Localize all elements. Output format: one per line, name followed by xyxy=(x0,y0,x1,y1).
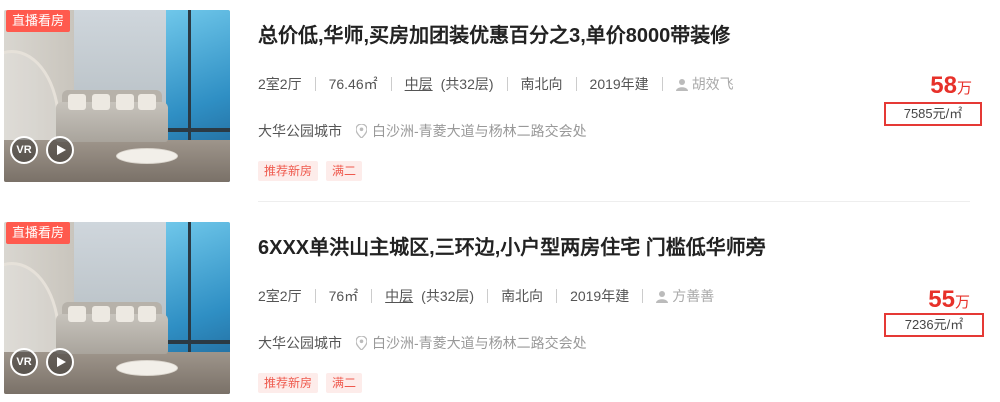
divider xyxy=(575,77,577,91)
tag: 满二 xyxy=(326,161,363,181)
floor-total-text: (共32层) xyxy=(421,288,475,304)
house-info: 2室2厅 76㎡ 中层 (共32层) 南北向 2019年建 方善善 xyxy=(258,286,714,306)
total-price-unit: 万 xyxy=(954,294,970,311)
address-text: 白沙洲-青菱大道与杨林二路交会处 xyxy=(372,335,587,351)
build-year-text: 2019年建 xyxy=(570,288,630,304)
total-price: 58万 xyxy=(930,72,972,100)
play-icon[interactable] xyxy=(46,136,74,164)
listing-title[interactable]: 6XXX单洪山主城区,三环边,小户型两房住宅 门槛低华师旁 xyxy=(258,231,766,260)
divider xyxy=(314,77,316,91)
divider xyxy=(390,77,392,91)
photo-cushion xyxy=(116,306,134,322)
tag: 推荐新房 xyxy=(258,161,319,181)
community-link[interactable]: 大华公园城市 xyxy=(258,121,342,141)
photo-floor xyxy=(4,140,230,182)
photo-table xyxy=(116,360,178,376)
orientation-text: 南北向 xyxy=(520,76,563,92)
person-icon xyxy=(675,78,688,91)
area-text: 76.46㎡ xyxy=(328,76,378,92)
vr-label: VR xyxy=(16,144,32,156)
divider xyxy=(661,77,663,91)
photo-cushion xyxy=(138,306,156,322)
location-row: 大华公园城市 白沙洲-青菱大道与杨林二路交会处 xyxy=(258,121,587,141)
layout-text: 2室2厅 xyxy=(258,76,302,92)
listing-photo[interactable] xyxy=(4,10,230,182)
floor-link[interactable]: 中层 xyxy=(405,74,433,94)
address-text: 白沙洲-青菱大道与杨林二路交会处 xyxy=(372,123,587,139)
listing-card[interactable]: 直播看房 VR 6XXX单洪山主城区,三环边,小户型两房住宅 门槛低华师旁 2室… xyxy=(0,212,1000,402)
total-price-value: 55 xyxy=(928,286,955,313)
total-price: 55万 xyxy=(928,286,970,314)
build-year-text: 2019年建 xyxy=(589,76,649,92)
location-pin-icon xyxy=(356,336,367,350)
photo-table xyxy=(116,148,178,164)
floor-total-text: (共32层) xyxy=(440,76,494,92)
live-tour-badge[interactable]: 直播看房 xyxy=(6,222,71,244)
person-icon xyxy=(656,290,669,303)
tag-list: 推荐新房 满二 xyxy=(258,373,370,393)
listing-divider xyxy=(258,201,970,202)
address: 白沙洲-青菱大道与杨林二路交会处 xyxy=(356,121,587,141)
unit-price: 7585元/㎡ xyxy=(884,102,982,126)
divider xyxy=(506,77,508,91)
divider xyxy=(642,289,644,303)
photo-cushion xyxy=(92,94,110,110)
divider xyxy=(556,289,558,303)
agent[interactable]: 方善善 xyxy=(656,286,714,306)
divider xyxy=(487,289,489,303)
floor-link[interactable]: 中层 xyxy=(385,286,413,306)
agent-name: 方善善 xyxy=(672,288,715,304)
vr-icon[interactable]: VR xyxy=(10,136,38,164)
photo-cushion xyxy=(116,94,134,110)
tag: 推荐新房 xyxy=(258,373,319,393)
tag: 满二 xyxy=(326,373,363,393)
address: 白沙洲-青菱大道与杨林二路交会处 xyxy=(356,333,587,353)
agent[interactable]: 胡效飞 xyxy=(675,74,734,94)
location-pin-icon xyxy=(356,124,367,138)
listing-photo[interactable] xyxy=(4,222,230,394)
area-text: 76㎡ xyxy=(328,288,359,304)
total-price-unit: 万 xyxy=(956,80,972,97)
photo-cushion xyxy=(68,306,86,322)
house-info: 2室2厅 76.46㎡ 中层 (共32层) 南北向 2019年建 胡效飞 xyxy=(258,74,734,94)
layout-text: 2室2厅 xyxy=(258,288,302,304)
photo-cushion xyxy=(68,94,86,110)
orientation-text: 南北向 xyxy=(501,288,544,304)
agent-name: 胡效飞 xyxy=(691,76,734,92)
unit-price: 7236元/㎡ xyxy=(884,313,984,337)
divider xyxy=(314,289,316,303)
community-link[interactable]: 大华公园城市 xyxy=(258,333,342,353)
listing-title[interactable]: 总价低,华师,买房加团装优惠百分之3,单价8000带装修 xyxy=(258,19,730,48)
photo-cushion xyxy=(92,306,110,322)
listing-card[interactable]: 直播看房 VR 总价低,华师,买房加团装优惠百分之3,单价8000带装修 2室2… xyxy=(0,0,1000,190)
tag-list: 推荐新房 满二 xyxy=(258,161,370,181)
photo-cushion xyxy=(138,94,156,110)
vr-label: VR xyxy=(16,356,32,368)
play-icon[interactable] xyxy=(46,348,74,376)
live-tour-badge[interactable]: 直播看房 xyxy=(6,10,71,32)
total-price-value: 58 xyxy=(930,72,957,99)
vr-icon[interactable]: VR xyxy=(10,348,38,376)
photo-floor xyxy=(4,352,230,394)
location-row: 大华公园城市 白沙洲-青菱大道与杨林二路交会处 xyxy=(258,333,587,353)
divider xyxy=(371,289,373,303)
